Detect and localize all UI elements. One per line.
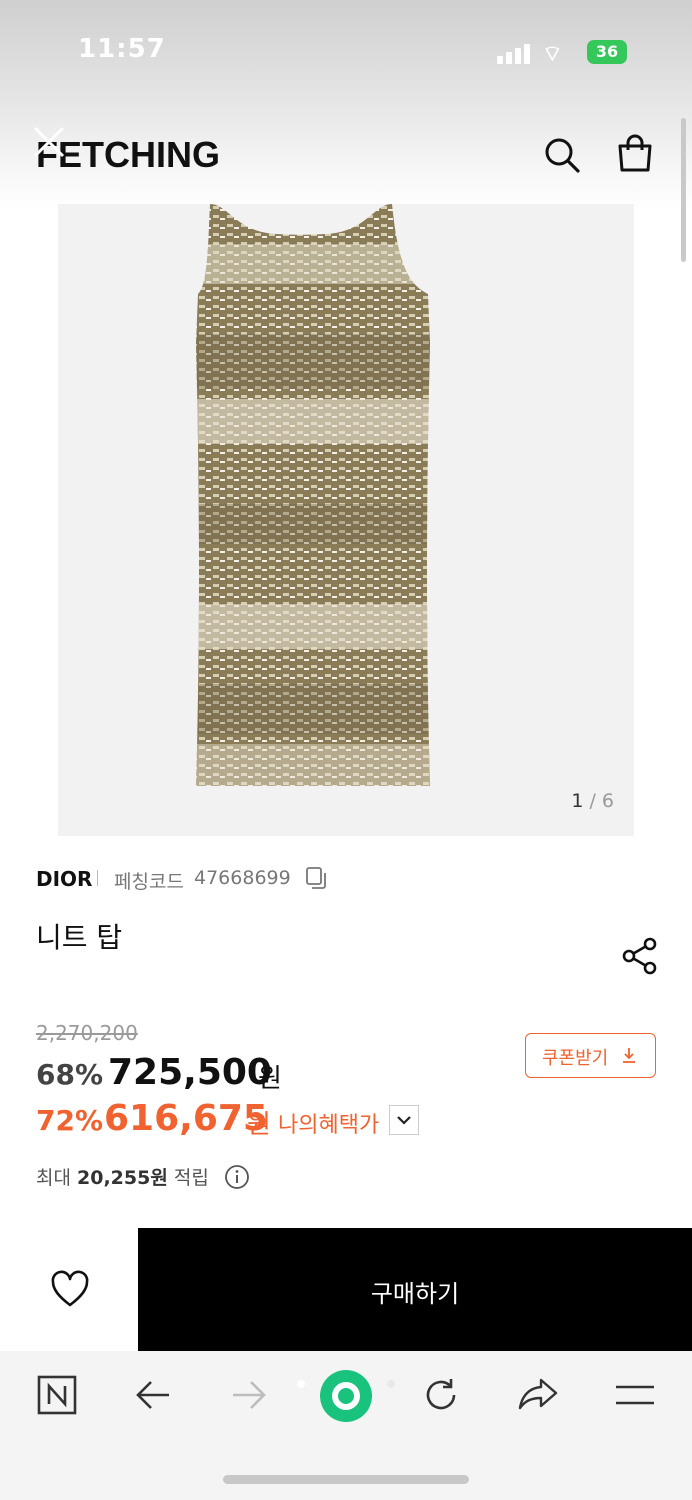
- points-amount: 20,255원: [77, 1167, 168, 1189]
- benefit-percent: 72%: [36, 1104, 104, 1137]
- back-arrow-icon[interactable]: [134, 1378, 172, 1412]
- cellular-signal-icon: [497, 42, 533, 64]
- benefit-label: 나의혜택가: [278, 1113, 380, 1138]
- naver-n-icon[interactable]: [37, 1375, 77, 1415]
- home-indicator[interactable]: [223, 1475, 469, 1484]
- benefit-price-unit: 원: [247, 1110, 271, 1140]
- divider: [97, 870, 98, 886]
- brand-name[interactable]: DIOR: [36, 867, 92, 891]
- status-time: 11:57: [78, 34, 166, 64]
- close-icon[interactable]: [33, 126, 65, 158]
- discount-percent: 68%: [36, 1058, 104, 1091]
- points-prefix: 최대: [36, 1167, 71, 1189]
- green-action-icon[interactable]: [319, 1369, 373, 1423]
- wifi-icon: ⌔: [542, 42, 563, 67]
- benefit-price: 616,675: [104, 1098, 268, 1139]
- points-suffix: 적립: [173, 1167, 209, 1189]
- knit-vest-illustration: [196, 204, 430, 786]
- image-counter-total: 6: [601, 790, 614, 812]
- sale-price: 725,500: [108, 1052, 272, 1093]
- product-code-label: 페칭코드: [114, 871, 184, 893]
- image-counter: 1 / 6: [571, 790, 614, 812]
- share-icon[interactable]: [620, 936, 660, 976]
- chevron-down-icon: [397, 1116, 411, 1125]
- reward-points: 최대 20,255원 적립: [36, 1163, 209, 1190]
- menu-icon[interactable]: [614, 1382, 656, 1408]
- benefit-dropdown-button[interactable]: [389, 1105, 419, 1135]
- product-name: 니트 탑: [36, 921, 123, 954]
- buy-button-label: 구매하기: [370, 1281, 460, 1308]
- info-icon[interactable]: [224, 1164, 250, 1190]
- forward-arrow-icon[interactable]: [230, 1378, 268, 1412]
- coupon-button[interactable]: 쿠폰받기: [525, 1033, 656, 1078]
- page-dot: [387, 1380, 395, 1388]
- product-code-value: 47668699: [194, 867, 291, 889]
- product-image[interactable]: 1 / 6: [58, 204, 634, 836]
- heart-icon[interactable]: [50, 1270, 90, 1308]
- buy-button[interactable]: 구매하기: [138, 1228, 692, 1351]
- coupon-button-label: 쿠폰받기: [542, 1048, 609, 1069]
- share-arrow-icon[interactable]: [517, 1376, 559, 1412]
- header-background: [0, 0, 692, 210]
- battery-icon: 36: [587, 40, 627, 64]
- image-counter-current: 1: [571, 790, 584, 812]
- sale-price-unit: 원: [258, 1064, 282, 1094]
- reload-icon[interactable]: [422, 1376, 460, 1414]
- shopping-bag-icon[interactable]: [615, 134, 655, 174]
- original-price: 2,270,200: [36, 1021, 138, 1045]
- page-dot: [297, 1380, 305, 1388]
- download-icon: [623, 1048, 635, 1063]
- search-icon[interactable]: [543, 136, 581, 174]
- copy-icon[interactable]: [304, 866, 328, 890]
- scrollbar[interactable]: [681, 118, 686, 262]
